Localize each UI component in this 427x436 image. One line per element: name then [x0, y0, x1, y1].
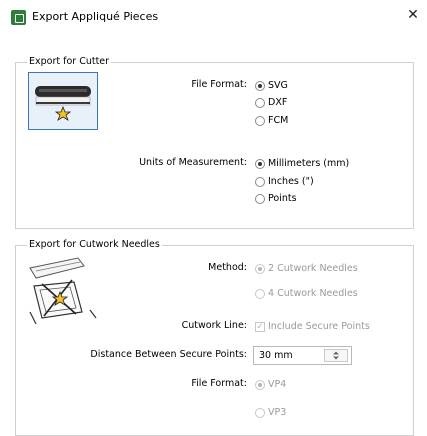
radio-inches-label: Inches (") — [268, 176, 314, 187]
include-secure-points-checkbox[interactable]: ✓ Include Secure Points — [255, 321, 370, 332]
radio-button[interactable] — [255, 176, 265, 187]
radio-button[interactable] — [255, 97, 265, 108]
radio-points-label: Points — [268, 193, 297, 204]
close-icon[interactable]: ✕ — [405, 6, 421, 24]
units-label: Units of Measurement: — [139, 157, 247, 168]
radio-2-cutwork-label: 2 Cutwork Needles — [268, 263, 358, 274]
radio-vp4-label: VP4 — [268, 379, 287, 390]
cutwork-legend: Export for Cutwork Needles — [27, 239, 162, 250]
radio-button[interactable] — [255, 379, 265, 390]
distance-spinner[interactable] — [324, 349, 348, 362]
distance-value: 30 mm — [259, 350, 293, 361]
window-title: Export Appliqué Pieces — [32, 10, 159, 23]
cutter-machine-icon — [28, 72, 98, 130]
radio-4-cutwork-label: 4 Cutwork Needles — [268, 288, 358, 299]
radio-vp3-label: VP3 — [268, 407, 287, 418]
radio-button[interactable] — [255, 80, 265, 91]
radio-button[interactable] — [255, 407, 265, 418]
radio-button[interactable] — [255, 115, 265, 126]
radio-button[interactable] — [255, 158, 265, 169]
radio-fcm[interactable]: FCM — [255, 115, 288, 126]
radio-points[interactable]: Points — [255, 193, 297, 204]
distance-label: Distance Between Secure Points: — [90, 349, 247, 360]
radio-button[interactable] — [255, 263, 265, 274]
cutwork-line-label: Cutwork Line: — [181, 320, 247, 331]
radio-vp3[interactable]: VP3 — [255, 407, 286, 418]
radio-fcm-label: FCM — [268, 115, 289, 126]
radio-millimeters-label: Millimeters (mm) — [268, 158, 350, 169]
method-label: Method: — [208, 262, 247, 273]
radio-button[interactable] — [255, 288, 265, 299]
include-secure-points-label: Include Secure Points — [268, 321, 370, 332]
distance-input[interactable]: 30 mm — [253, 346, 352, 365]
radio-dxf-label: DXF — [268, 97, 288, 108]
radio-inches[interactable]: Inches (") — [255, 176, 314, 187]
up-down-arrows-icon[interactable] — [325, 350, 347, 361]
app-icon — [11, 10, 26, 25]
radio-vp4[interactable]: VP4 — [255, 379, 286, 390]
radio-2-cutwork-needles[interactable]: 2 Cutwork Needles — [255, 263, 358, 274]
cutwork-file-format-label: File Format: — [191, 378, 247, 389]
radio-millimeters[interactable]: Millimeters (mm) — [255, 158, 349, 169]
radio-button[interactable] — [255, 193, 265, 204]
cutter-illustration — [28, 72, 98, 130]
check-icon[interactable]: ✓ — [255, 321, 265, 332]
radio-dxf[interactable]: DXF — [255, 97, 287, 108]
cutwork-illustration — [28, 256, 98, 326]
cutwork-needles-icon — [29, 257, 97, 325]
radio-4-cutwork-needles[interactable]: 4 Cutwork Needles — [255, 288, 358, 299]
cutter-file-format-label: File Format: — [191, 79, 247, 90]
radio-svg-label: SVG — [268, 80, 288, 91]
radio-svg[interactable]: SVG — [255, 80, 288, 91]
title-bar: Export Appliqué Pieces ✕ — [0, 0, 427, 34]
cutter-legend: Export for Cutter — [27, 56, 112, 67]
